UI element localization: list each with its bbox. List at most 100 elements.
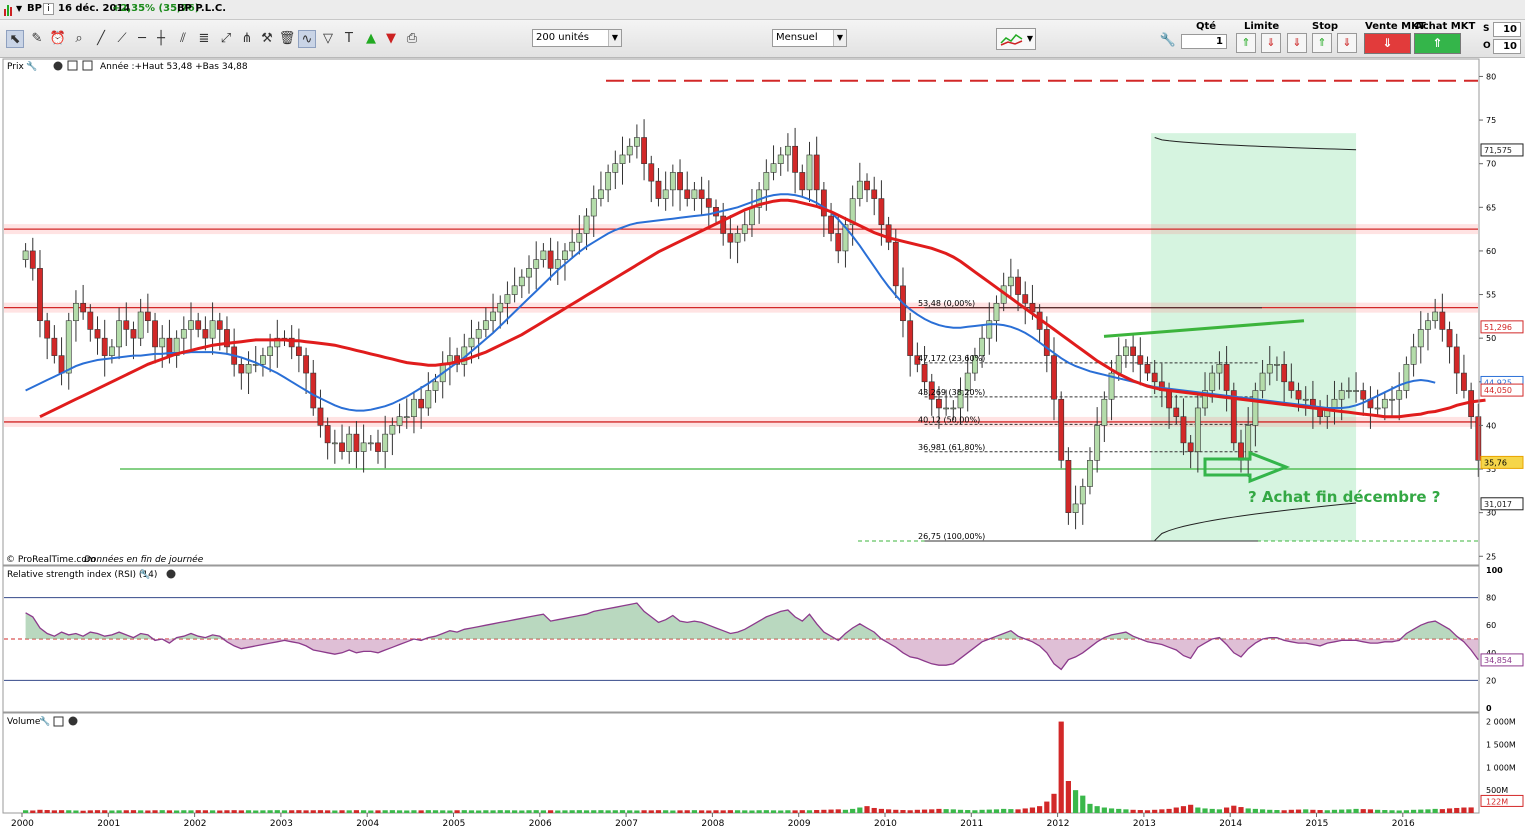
pencil-icon[interactable]: ✎ — [28, 30, 46, 48]
rsi-tick-label: 0 — [1486, 704, 1492, 713]
info-icon[interactable]: i — [43, 3, 54, 15]
candle-body — [569, 241, 576, 252]
candle-body — [116, 320, 122, 348]
stop-sell-button[interactable]: ⇓ — [1287, 33, 1307, 53]
maximize-icon[interactable] — [53, 716, 64, 727]
candle-body — [497, 302, 504, 313]
volume-bar — [1310, 809, 1316, 813]
chart-type-select[interactable]: ▼ — [996, 28, 1036, 50]
wrench-icon[interactable]: 🔧 — [39, 715, 50, 727]
candle-body — [389, 425, 396, 435]
wrench-icon[interactable]: 🔧 — [1159, 32, 1177, 50]
qty-input[interactable]: 1 — [1181, 34, 1227, 49]
candle-body — [734, 233, 741, 243]
volume-bar — [893, 809, 899, 813]
limit-sell-button[interactable]: ⇓ — [1261, 33, 1281, 53]
print-icon[interactable]: ⎙ — [403, 30, 421, 48]
volume-bar — [914, 809, 920, 813]
volume-bar — [634, 810, 640, 813]
volume-bar — [389, 810, 395, 813]
volume-bar — [1159, 809, 1165, 813]
volume-bar — [1461, 807, 1467, 813]
candle-body — [209, 320, 216, 339]
volume-bar — [641, 810, 647, 813]
candle-body — [382, 433, 389, 452]
indicator-icon[interactable]: ∿ — [298, 30, 316, 48]
candle-body — [346, 433, 353, 452]
volume-bar — [476, 810, 482, 813]
volume-bar — [1188, 804, 1194, 813]
rsi-tick-label: 20 — [1486, 676, 1496, 685]
candle-body — [856, 180, 863, 199]
zoom-icon[interactable]: ⌕ — [70, 30, 88, 48]
candle-body — [1389, 398, 1395, 401]
side-input-o[interactable]: 10 — [1493, 39, 1521, 54]
candle-body — [267, 346, 274, 356]
symbol[interactable]: BP — [27, 3, 42, 14]
volume-panel-frame — [2, 712, 1480, 814]
year-tick-label: 2014 — [1219, 819, 1242, 829]
year-tick-label: 2004 — [356, 819, 379, 829]
volume-bar — [720, 810, 726, 813]
drawing-toolbar: ⬉ ✎ ⏰ ⌕ ╱ ⟋ ─ ┼ ⫽ ≣ ⤢ ⋔ ⚒ 🗑 ∿ ▽ T ▲ ▼ ⎙ … — [0, 20, 1525, 58]
year-tick-label: 2005 — [443, 819, 466, 829]
period-select[interactable]: Mensuel ▼ — [772, 29, 847, 47]
company-name: BP P.L.C. — [177, 3, 227, 14]
channel-tool-icon[interactable]: ⫽ — [174, 30, 192, 48]
year-tick-label: 2003 — [270, 819, 293, 829]
trash-icon[interactable]: 🗑 — [278, 30, 296, 48]
text-tool-icon[interactable]: T — [340, 30, 358, 48]
sell-market-button[interactable]: ⇓ — [1364, 33, 1411, 54]
line-tool-icon[interactable]: ╱ — [92, 30, 110, 48]
year-tick-label: 2009 — [788, 819, 811, 829]
limit-buy-button[interactable]: ⇑ — [1236, 33, 1256, 53]
close-icon[interactable] — [68, 716, 78, 726]
candle-body — [1259, 372, 1266, 391]
candle-body — [1166, 390, 1172, 409]
fan-tool-icon[interactable]: ⤢ — [217, 30, 235, 48]
candle-body — [137, 311, 144, 339]
minimize-icon[interactable] — [82, 60, 93, 71]
alarm-icon[interactable]: ⏰ — [49, 30, 67, 48]
chart-area[interactable]: 53,48 (0,00%) 47,172 (23,60%) 43,269 (38,2… — [0, 58, 1525, 829]
volume-bar — [188, 810, 194, 813]
side-input-s[interactable]: 10 — [1493, 22, 1521, 37]
volume-bar — [619, 810, 626, 813]
candle-body — [468, 337, 475, 348]
volume-bar — [411, 810, 417, 813]
candle-body — [533, 259, 540, 269]
candle-body — [1079, 486, 1086, 505]
wrench-icon[interactable]: 🔧 — [26, 60, 37, 72]
triangle-tool-icon[interactable]: ▽ — [319, 30, 337, 48]
stop-order-button[interactable]: ⇓ — [1337, 33, 1357, 53]
maximize-icon[interactable] — [67, 60, 78, 71]
year-tick-label: 2008 — [701, 819, 724, 829]
close-icon[interactable] — [166, 569, 176, 579]
horizontal-line-icon[interactable]: ─ — [133, 30, 151, 48]
candle-body — [353, 433, 360, 452]
symbol-dropdown-icon[interactable]: ▼ — [16, 4, 22, 13]
pointer-icon[interactable]: ⬉ — [6, 30, 24, 48]
wrench-icon[interactable]: 🔧 — [139, 568, 150, 580]
stop-buy-button[interactable]: ⇑ — [1312, 33, 1332, 53]
volume-bar — [1331, 809, 1338, 813]
pitchfork-icon[interactable]: ⋔ — [238, 30, 256, 48]
candle-body — [1345, 390, 1352, 392]
arrow-down-icon[interactable]: ▼ — [382, 30, 400, 48]
buy-market-button[interactable]: ⇑ — [1414, 33, 1461, 54]
candle-body — [691, 189, 698, 199]
units-select[interactable]: 200 unités ▼ — [532, 29, 622, 47]
volume-bar — [1008, 809, 1014, 813]
cross-tool-icon[interactable]: ┼ — [152, 30, 170, 48]
ray-tool-icon[interactable]: ⟋ — [113, 30, 131, 48]
volume-bar — [936, 808, 942, 813]
candle-body — [1065, 460, 1072, 513]
fibonacci-icon[interactable]: ≣ — [195, 30, 213, 48]
volume-bar — [835, 809, 841, 813]
candle-body — [475, 329, 482, 339]
close-icon[interactable] — [53, 61, 63, 71]
volume-bar — [713, 810, 719, 813]
arrow-up-icon[interactable]: ▲ — [362, 30, 380, 48]
candle-body — [785, 145, 791, 156]
settings-tool-icon[interactable]: ⚒ — [258, 30, 276, 48]
